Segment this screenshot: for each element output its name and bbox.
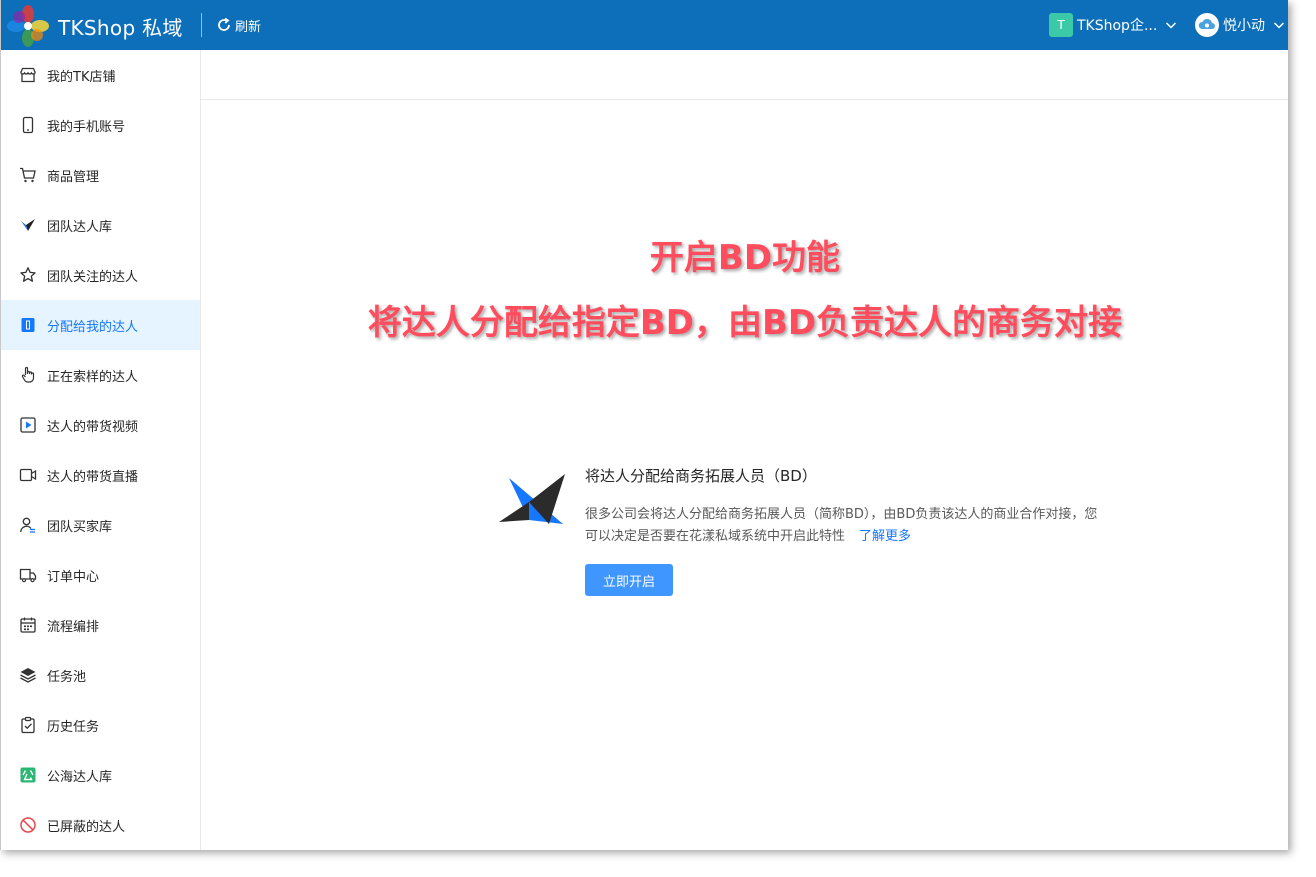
block-icon xyxy=(19,816,37,834)
sidebar-item-label: 已屏蔽的达人 xyxy=(47,819,126,835)
sidebar-item-orders[interactable]: 订单中心 xyxy=(1,550,200,600)
buyer-icon xyxy=(19,516,37,534)
chevron-down-icon xyxy=(1166,22,1177,29)
star-icon xyxy=(19,266,37,284)
cart-icon xyxy=(19,166,37,184)
team-switcher[interactable]: T TKShop企... xyxy=(1049,13,1177,37)
refresh-icon xyxy=(218,17,230,31)
learn-more-link[interactable]: 了解更多 xyxy=(859,529,911,544)
sidebar-item-team-creators[interactable]: 团队达人库 xyxy=(1,200,200,250)
team-badge: T xyxy=(1049,13,1073,37)
store-icon xyxy=(19,66,37,84)
truck-icon xyxy=(19,566,37,584)
live-icon xyxy=(19,466,37,484)
annotation-subtitle: 将达人分配给指定BD，由BD负责达人的商务对接 xyxy=(367,303,1123,343)
public-icon xyxy=(19,766,37,784)
avatar xyxy=(1195,13,1219,37)
sidebar-item-label: 正在索样的达人 xyxy=(47,369,139,385)
app-logo-icon xyxy=(7,5,49,47)
sidebar-item-creator-live[interactable]: 达人的带货直播 xyxy=(1,450,200,500)
plane-icon xyxy=(19,216,37,234)
sidebar-item-label: 我的TK店铺 xyxy=(47,69,116,85)
sidebar-item-label: 历史任务 xyxy=(47,719,100,735)
sidebar-item-label: 达人的带货直播 xyxy=(47,469,139,485)
sidebar-item-task-pool[interactable]: 任务池 xyxy=(1,650,200,700)
feature-description: 很多公司会将达人分配给商务拓展人员（简称BD），由BD负责该达人的商业合作对接，… xyxy=(585,504,1105,548)
sidebar-item-label: 团队达人库 xyxy=(47,219,113,235)
sidebar: 我的TK店铺 我的手机账号 商品管理 团队达人库 团队关注的达人 分配给我的达人… xyxy=(1,50,201,850)
refresh-button[interactable]: 刷新 xyxy=(216,15,261,35)
video-icon xyxy=(19,416,37,434)
sidebar-item-creator-videos[interactable]: 达人的带货视频 xyxy=(1,400,200,450)
phone-icon xyxy=(19,116,37,134)
sidebar-item-assigned-creators[interactable]: 分配给我的达人 xyxy=(1,300,200,350)
calendar-icon xyxy=(19,616,37,634)
sidebar-item-public-creators[interactable]: 公海达人库 xyxy=(1,750,200,800)
user-name: 悦小动 xyxy=(1223,18,1265,34)
header-divider xyxy=(201,13,202,37)
content-header xyxy=(201,50,1288,100)
user-menu[interactable]: 悦小动 xyxy=(1195,13,1285,37)
feature-title: 将达人分配给商务拓展人员（BD） xyxy=(585,467,817,485)
chevron-down-icon xyxy=(1273,22,1285,29)
sidebar-item-task-history[interactable]: 历史任务 xyxy=(1,700,200,750)
sidebar-item-workflow[interactable]: 流程编排 xyxy=(1,600,200,650)
sidebar-item-label: 公海达人库 xyxy=(47,769,113,785)
sidebar-item-label: 任务池 xyxy=(47,669,87,685)
enable-now-button[interactable]: 立即开启 xyxy=(585,564,673,596)
app-title: TKShop 私域 xyxy=(58,16,183,40)
feature-description-text: 很多公司会将达人分配给商务拓展人员（简称BD），由BD负责该达人的商业合作对接，… xyxy=(585,507,1098,544)
sidebar-item-blocked-creators[interactable]: 已屏蔽的达人 xyxy=(1,800,200,850)
sidebar-item-label: 商品管理 xyxy=(47,169,100,185)
sidebar-item-products[interactable]: 商品管理 xyxy=(1,150,200,200)
sidebar-item-tk-stores[interactable]: 我的TK店铺 xyxy=(1,50,200,100)
sidebar-item-label: 分配给我的达人 xyxy=(47,319,139,335)
sidebar-item-team-buyers[interactable]: 团队买家库 xyxy=(1,500,200,550)
app-window: TKShop 私域 刷新 T TKShop企... 悦小动 我的TK店铺 我的手… xyxy=(0,0,1288,850)
sidebar-item-label: 流程编排 xyxy=(47,619,100,635)
sidebar-item-label: 团队买家库 xyxy=(47,519,113,535)
sidebar-item-label: 我的手机账号 xyxy=(47,119,126,135)
hand-icon xyxy=(19,366,37,384)
refresh-label: 刷新 xyxy=(235,19,262,35)
sidebar-item-label: 达人的带货视频 xyxy=(47,419,139,435)
main-content: 开启BD功能 将达人分配给指定BD，由BD负责达人的商务对接 将达人分配给商务拓… xyxy=(201,50,1288,850)
team-name: TKShop企... xyxy=(1077,18,1158,34)
top-bar: TKShop 私域 刷新 T TKShop企... 悦小动 xyxy=(1,0,1288,50)
sidebar-item-label: 团队关注的达人 xyxy=(47,269,139,285)
sidebar-item-followed-creators[interactable]: 团队关注的达人 xyxy=(1,250,200,300)
assigned-icon xyxy=(19,316,37,334)
sidebar-item-sampling-creators[interactable]: 正在索样的达人 xyxy=(1,350,200,400)
annotation-title: 开启BD功能 xyxy=(649,238,841,278)
layers-icon xyxy=(19,666,37,684)
cloud-avatar-icon xyxy=(1198,18,1215,29)
sidebar-item-label: 订单中心 xyxy=(47,569,100,585)
bd-feature-icon xyxy=(499,474,565,524)
sidebar-item-phone-accounts[interactable]: 我的手机账号 xyxy=(1,100,200,150)
clipboard-icon xyxy=(19,716,37,734)
